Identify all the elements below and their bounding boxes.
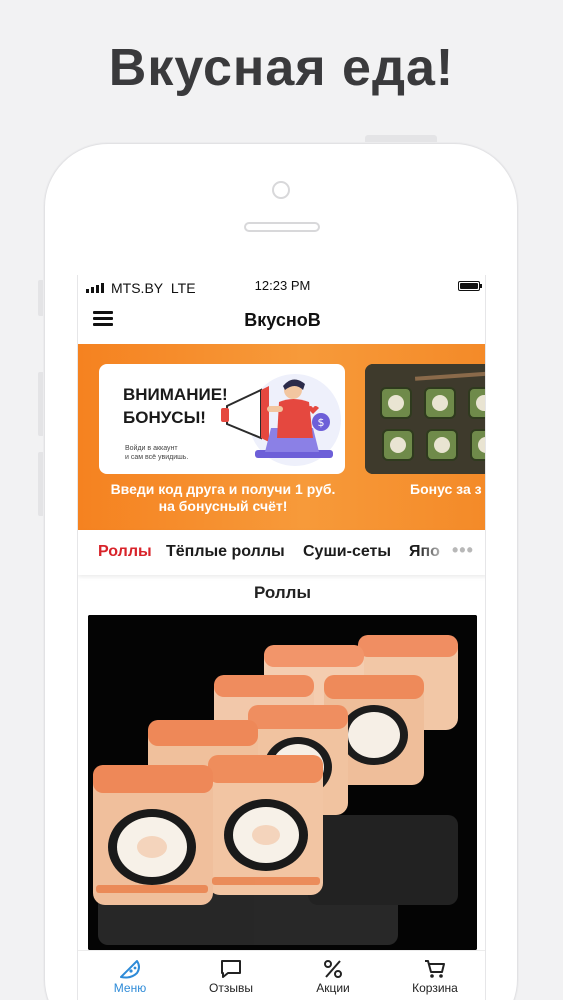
svg-text:$: $	[318, 416, 325, 429]
phone-camera	[272, 181, 290, 199]
category-tab-sushi-sets[interactable]: Суши-сеты	[303, 543, 391, 561]
pizza-slice-icon	[120, 960, 140, 979]
category-tab-rolls[interactable]: Роллы	[98, 543, 152, 561]
phone-power-button	[365, 135, 437, 143]
nav-item-reviews[interactable]: Отзывы	[191, 951, 271, 1000]
cart-icon	[425, 960, 445, 978]
category-tabs: Роллы Тёплые роллы Суши-сеты Япо •••	[78, 530, 485, 575]
promo-small-text: Войди в аккаунт и сам всё увидишь.	[125, 445, 189, 461]
status-bar: MTS.BY LTE 12:23 PM	[78, 275, 485, 301]
nav-item-promotions[interactable]: Акции	[293, 951, 373, 1000]
nav-label-menu: Меню	[113, 981, 147, 995]
nav-label-reviews: Отзывы	[209, 981, 253, 995]
promo-card-sushi[interactable]	[365, 364, 485, 474]
nav-item-cart[interactable]: Корзина	[395, 951, 475, 1000]
nav-item-menu[interactable]: Меню	[90, 951, 170, 1000]
app-bar: ВкусноВ	[78, 301, 485, 343]
more-dots-icon[interactable]: •••	[452, 540, 474, 561]
phone-speaker	[244, 222, 320, 232]
sushi-promo-image	[365, 364, 485, 474]
promo-carousel[interactable]: ВНИМАНИЕ! БОНУСЫ! Войди в аккаунт и сам …	[78, 344, 485, 530]
app-screen: MTS.BY LTE 12:23 PM ВкусноВ ВНИМАНИЕ! БО…	[77, 275, 486, 1000]
bottom-navigation: Меню Отзывы Акции Корзина	[78, 950, 485, 1000]
chat-bubble-icon	[221, 960, 241, 978]
nav-label-cart: Корзина	[412, 981, 458, 995]
promo-headline: Вкусная еда!	[108, 39, 455, 97]
product-image-rolls[interactable]	[88, 615, 477, 950]
rolls-photo	[88, 615, 477, 950]
status-time: 12:23 PM	[254, 278, 311, 293]
promo-caption-second: Бонус за з	[410, 481, 482, 497]
nav-label-promotions: Акции	[316, 981, 350, 995]
section-title: Роллы	[254, 583, 311, 602]
promo-megaphone-illustration: $	[221, 374, 341, 466]
percent-icon	[324, 960, 342, 978]
category-tab-warm-rolls[interactable]: Тёплые роллы	[166, 543, 285, 561]
battery-icon	[458, 281, 482, 291]
promo-caption-referral: Введи код друга и получи 1 руб. на бонус…	[110, 481, 336, 514]
app-title: ВкусноВ	[244, 310, 321, 330]
promo-card-bonuses[interactable]: ВНИМАНИЕ! БОНУСЫ! Войди в аккаунт и сам …	[99, 364, 345, 474]
